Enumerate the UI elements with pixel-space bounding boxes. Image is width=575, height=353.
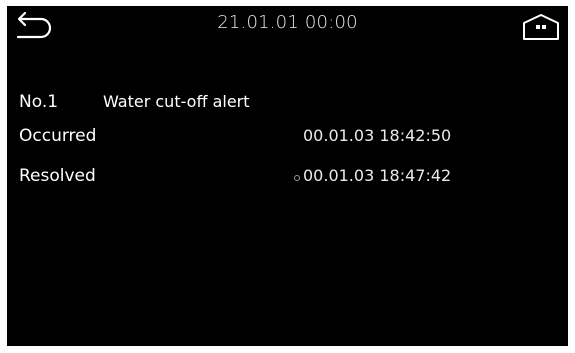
alert-number: No.1: [19, 92, 59, 112]
occurred-label: Occurred: [19, 126, 97, 146]
resolved-row: Resolved 00.01.03 18:47:42: [19, 166, 568, 192]
resolved-value: 00.01.03 18:47:42: [303, 166, 452, 185]
small-dot-icon: [294, 175, 300, 181]
alert-title-row: No.1 Water cut-off alert: [19, 92, 568, 118]
occurred-value: 00.01.03 18:42:50: [303, 126, 452, 145]
header-datetime: 21.01.01 00:00: [217, 12, 358, 33]
alert-name: Water cut-off alert: [103, 92, 250, 111]
home-icon: [523, 14, 559, 40]
resolved-label: Resolved: [19, 166, 96, 186]
home-button[interactable]: [520, 11, 562, 43]
occurred-row: Occurred 00.01.03 18:42:50: [19, 126, 568, 152]
alert-detail-screen: 21.01.01 00:00 No.1 Water cut-off alert …: [7, 6, 568, 346]
